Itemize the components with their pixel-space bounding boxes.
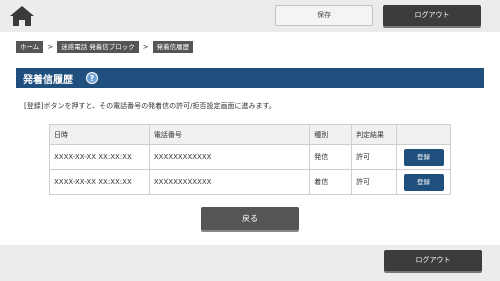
help-icon[interactable]: ? [86, 72, 98, 84]
header-action [396, 124, 451, 145]
table-row: XXXX-XX-XX XX:XX:XX XXXXXXXXXXXX 着信 許可 登… [49, 169, 451, 195]
page-title: 発着信履歴 [23, 75, 73, 86]
header-date: 日時 [49, 124, 150, 145]
register-button[interactable]: 登録 [403, 148, 444, 166]
cell-result: 許可 [351, 144, 397, 170]
breadcrumb: ホーム > 迷惑電話 発着信ブロック > 発着信履歴 [16, 41, 194, 53]
breadcrumb-home[interactable]: ホーム [16, 41, 44, 53]
cell-type: 着信 [309, 169, 353, 195]
footer-logout-button[interactable]: ログアウト [384, 250, 482, 271]
cell-date: XXXX-XX-XX XX:XX:XX [49, 144, 150, 170]
footer-bar: ログアウト [0, 245, 500, 281]
history-table: 日時 電話番号 種別 判定結果 XXXX-XX-XX XX:XX:XX XXXX… [49, 124, 451, 195]
cell-number: XXXXXXXXXXXX [148, 144, 311, 170]
save-button[interactable]: 保存 [275, 5, 373, 26]
header-type: 種別 [309, 124, 353, 145]
header-number: 電話番号 [148, 124, 311, 145]
header-result: 判定結果 [351, 124, 397, 145]
back-button[interactable]: 戻る [201, 207, 299, 230]
cell-type: 発信 [309, 144, 353, 170]
breadcrumb-separator: > [47, 43, 54, 51]
breadcrumb-call-block[interactable]: 迷惑電話 発着信ブロック [57, 41, 139, 53]
cell-number: XXXXXXXXXXXX [148, 169, 311, 195]
breadcrumb-separator: > [142, 43, 149, 51]
cell-action: 登録 [396, 169, 451, 195]
logout-button[interactable]: ログアウト [383, 5, 481, 26]
home-icon[interactable] [8, 4, 36, 28]
cell-date: XXXX-XX-XX XX:XX:XX [49, 169, 150, 195]
table-row: XXXX-XX-XX XX:XX:XX XXXXXXXXXXXX 発信 許可 登… [49, 144, 451, 170]
top-bar: 保存 ログアウト [0, 0, 500, 32]
table-header-row: 日時 電話番号 種別 判定結果 [49, 124, 451, 145]
breadcrumb-current: 発着信履歴 [152, 41, 194, 53]
description-text: [登録]ボタンを押すと、その電話番号の発着信の許可/拒否設定画面に進みます。 [24, 102, 276, 110]
cell-result: 許可 [351, 169, 397, 195]
cell-action: 登録 [396, 144, 451, 170]
section-header: 発着信履歴 ? [16, 68, 484, 88]
register-button[interactable]: 登録 [403, 173, 444, 191]
